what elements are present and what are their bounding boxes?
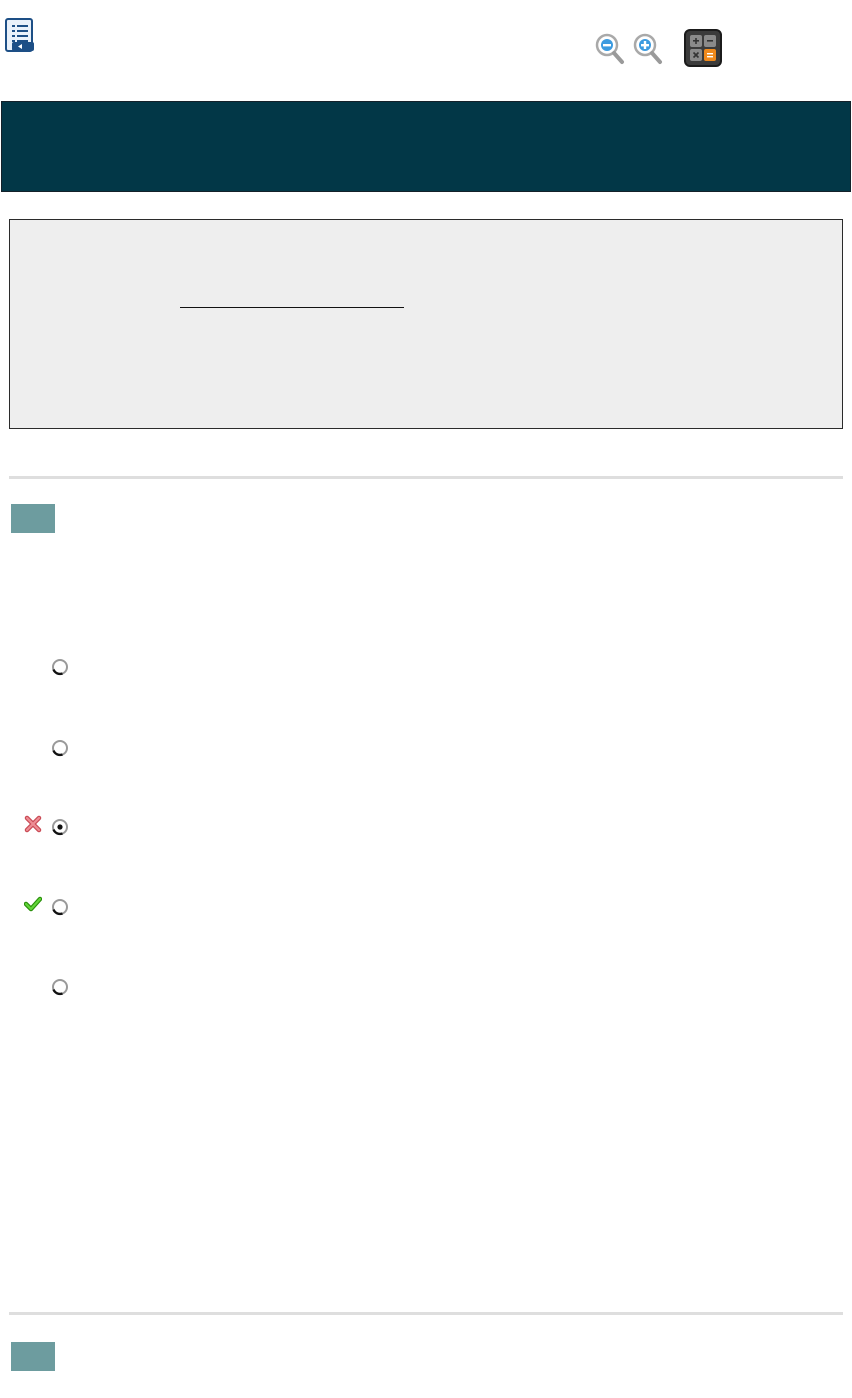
- zoom-in-icon[interactable]: [632, 32, 664, 66]
- correct-check-icon: [23, 895, 43, 913]
- answer-choice-a-radio[interactable]: [50, 657, 70, 677]
- passage-blank-line: [180, 307, 404, 308]
- zoom-out-icon[interactable]: [594, 32, 626, 66]
- incorrect-x-icon: [24, 815, 42, 833]
- answer-choice-c-radio[interactable]: [50, 817, 70, 837]
- calculator-icon[interactable]: [684, 29, 722, 67]
- passage-panel: [9, 219, 843, 429]
- answer-choice-d-radio[interactable]: [50, 897, 70, 917]
- answer-choice-b-radio[interactable]: [50, 738, 70, 758]
- review-list-icon[interactable]: [4, 18, 36, 54]
- question-number-badge: [11, 1342, 55, 1371]
- question-divider: [9, 476, 843, 479]
- question-divider: [9, 1312, 843, 1315]
- header-banner: [1, 101, 851, 192]
- answer-choice-e-radio[interactable]: [50, 977, 70, 997]
- question-number-badge: [11, 504, 55, 533]
